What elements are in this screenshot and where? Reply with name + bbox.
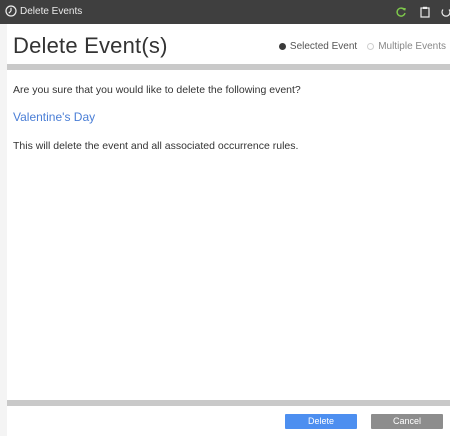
cancel-button[interactable]: Cancel	[371, 414, 443, 429]
power-icon[interactable]	[440, 5, 450, 19]
refresh-icon[interactable]	[394, 5, 408, 19]
page-title: Delete Event(s)	[13, 33, 168, 58]
radio-multiple-events-label: Multiple Events	[378, 41, 446, 52]
deletion-note: This will delete the event and all assoc…	[13, 140, 299, 152]
window-title: Delete Events	[20, 6, 83, 17]
event-scope-radio-group: Selected Event Multiple Events	[269, 41, 446, 52]
event-name-link[interactable]: Valentine's Day	[13, 110, 95, 124]
radio-unchecked-icon	[367, 43, 375, 50]
radio-selected-event[interactable]: Selected Event	[278, 41, 358, 52]
radio-multiple-events[interactable]: Multiple Events	[367, 41, 446, 52]
confirmation-question: Are you sure that you would like to dele…	[13, 84, 301, 96]
dialog-footer: Delete Cancel	[7, 406, 450, 436]
clock-icon	[5, 5, 17, 17]
left-edge	[0, 24, 7, 436]
dialog-header: Delete Event(s) Selected Event Multiple …	[7, 24, 450, 64]
clipboard-icon[interactable]	[418, 5, 432, 19]
delete-button[interactable]: Delete	[285, 414, 357, 429]
radio-checked-icon	[278, 43, 286, 50]
dialog-content: Are you sure that you would like to dele…	[7, 70, 450, 400]
radio-selected-event-label: Selected Event	[289, 41, 358, 52]
window-titlebar: Delete Events	[0, 0, 450, 24]
